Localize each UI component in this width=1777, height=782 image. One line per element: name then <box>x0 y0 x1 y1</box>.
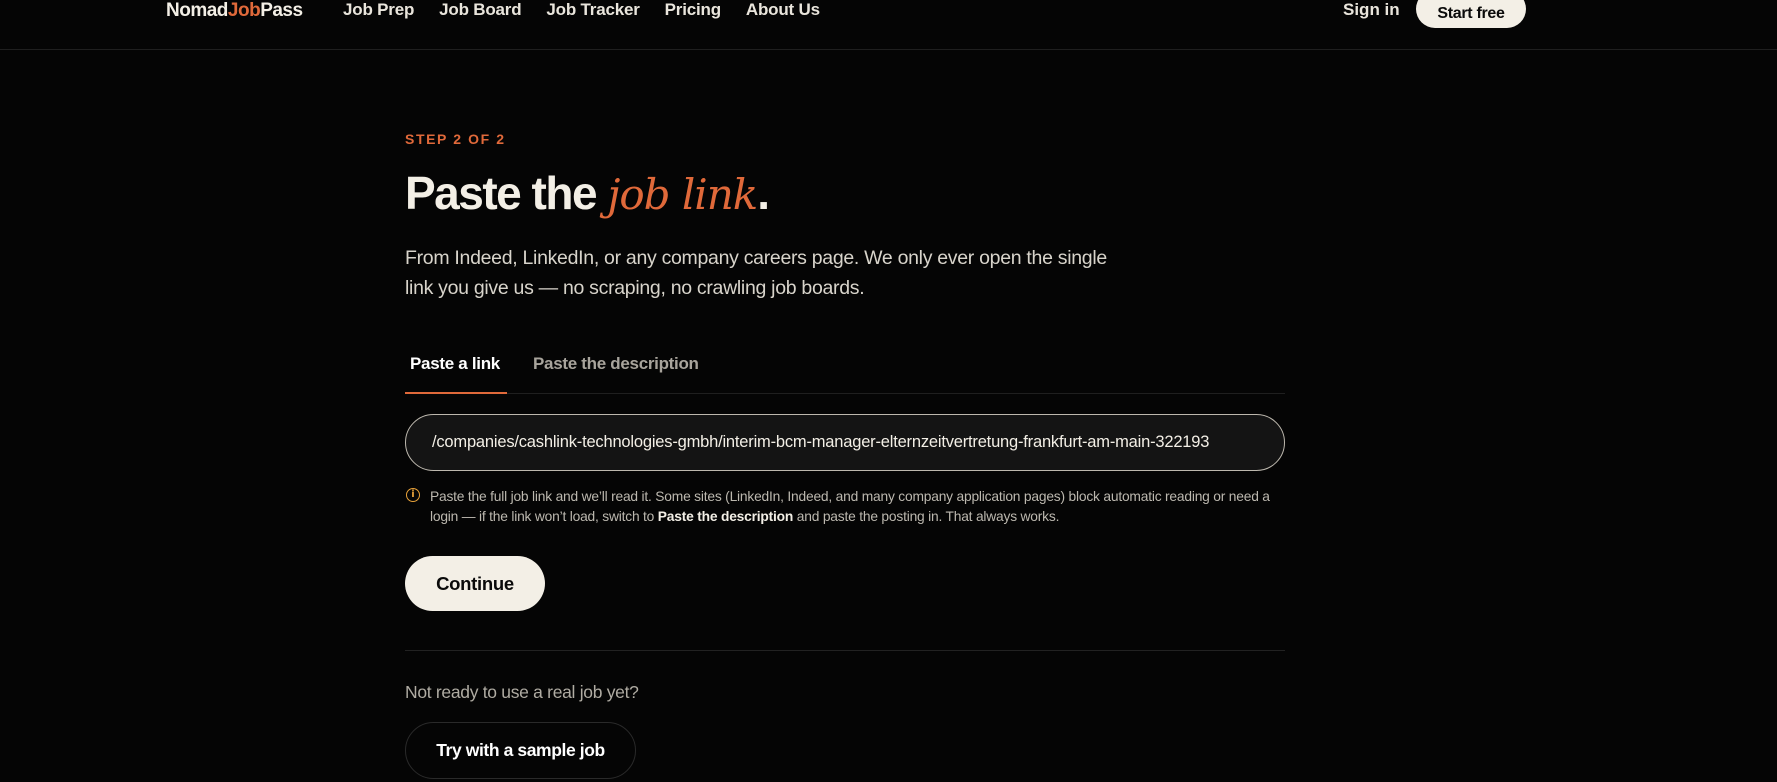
nav-job-tracker[interactable]: Job Tracker <box>546 0 639 20</box>
page-subtitle: From Indeed, LinkedIn, or any company ca… <box>405 247 1107 299</box>
top-navigation-bar: NomadJobPass Job Prep Job Board Job Trac… <box>0 0 1777 50</box>
start-free-button[interactable]: Start free <box>1416 0 1526 28</box>
not-ready-text: Not ready to use a real job yet? <box>405 682 639 702</box>
continue-button[interactable]: Continue <box>405 556 545 611</box>
nav-about-us[interactable]: About Us <box>746 0 820 20</box>
try-sample-job-button[interactable]: Try with a sample job <box>405 722 636 779</box>
hint-text-after: and paste the posting in. That always wo… <box>793 509 1060 524</box>
input-mode-tabs: Paste a link Paste the description <box>405 350 1285 394</box>
title-accent: job link <box>607 170 758 219</box>
brand-part-2: Job <box>227 0 261 21</box>
brand-logo[interactable]: NomadJobPass <box>166 0 303 22</box>
main-nav: Job Prep Job Board Job Tracker Pricing A… <box>343 0 820 20</box>
brand-part-3: Pass <box>260 0 303 21</box>
step-indicator: STEP 2 OF 2 <box>405 131 506 147</box>
tab-paste-description[interactable]: Paste the description <box>533 350 699 394</box>
hint-text-bold: Paste the description <box>657 509 794 524</box>
job-link-input[interactable] <box>405 414 1285 471</box>
sign-in-link[interactable]: Sign in <box>1343 0 1400 20</box>
section-divider <box>405 650 1285 651</box>
page-title: Paste the job link. <box>405 166 770 220</box>
title-suffix: . <box>757 167 770 219</box>
nav-job-board[interactable]: Job Board <box>439 0 521 20</box>
info-icon: i <box>406 488 420 502</box>
brand-part-1: Nomad <box>166 0 228 21</box>
nav-pricing[interactable]: Pricing <box>665 0 721 20</box>
title-prefix: Paste the <box>405 167 608 219</box>
tab-paste-link[interactable]: Paste a link <box>405 350 507 394</box>
hint-text: Paste the full job link and we’ll read i… <box>430 487 1290 527</box>
nav-job-prep[interactable]: Job Prep <box>343 0 414 20</box>
